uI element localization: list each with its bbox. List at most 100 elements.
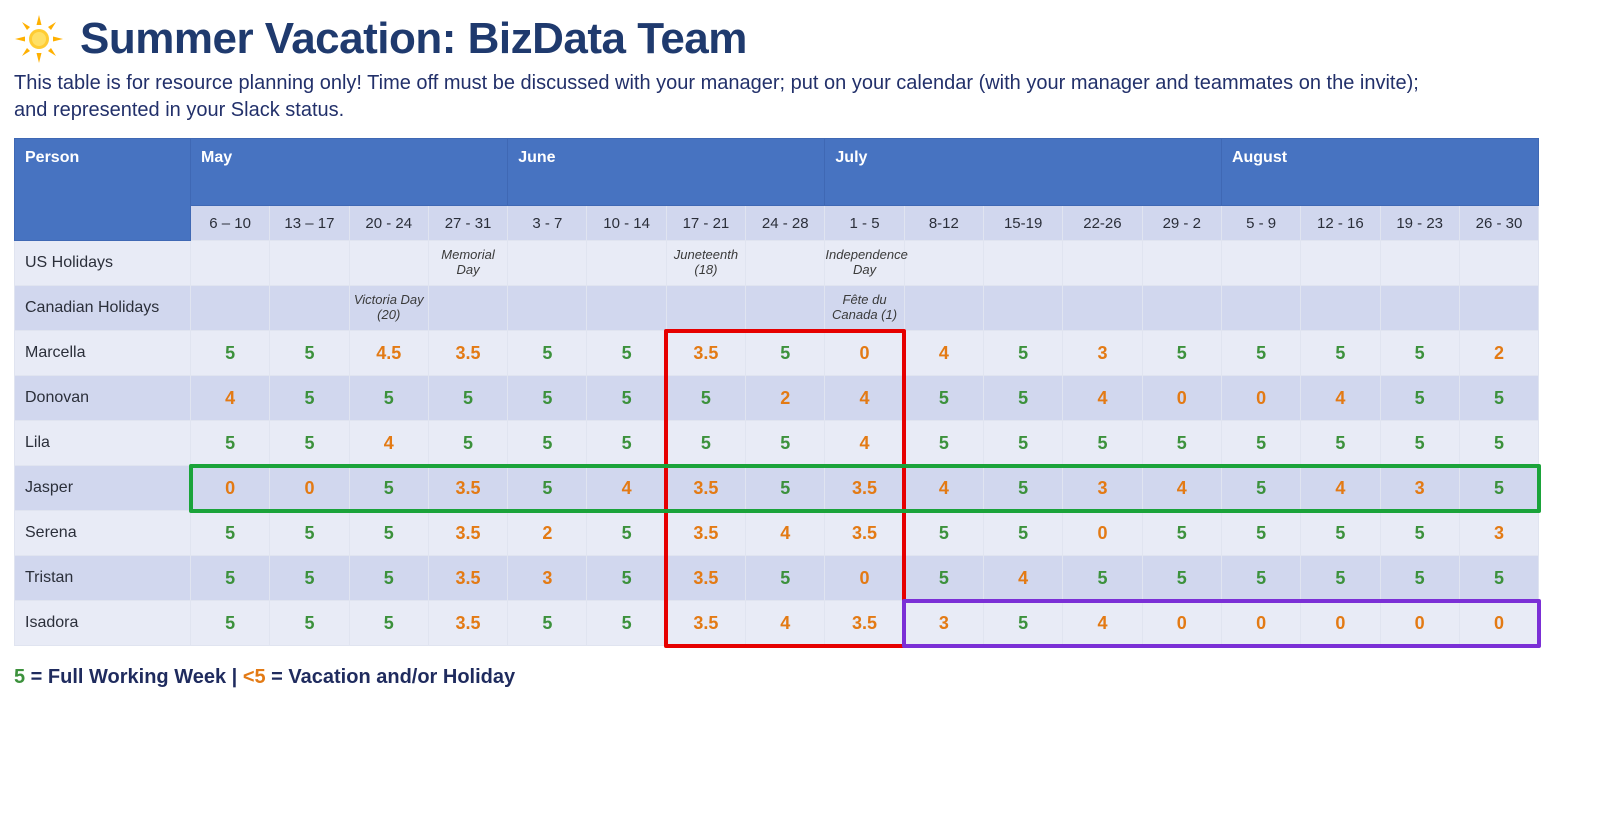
week-value: 5	[1459, 466, 1538, 511]
legend-part-num: <5	[243, 666, 266, 688]
week-value: 3.5	[666, 466, 745, 511]
week-value: 5	[1459, 421, 1538, 466]
week-value: 5	[984, 466, 1063, 511]
holiday-cell	[984, 286, 1063, 331]
week-value: 5	[349, 376, 428, 421]
week-value: 3.5	[666, 511, 745, 556]
week-value: 2	[746, 376, 825, 421]
week-value: 4	[904, 331, 983, 376]
week-value: 3.5	[428, 601, 507, 646]
week-value: 5	[349, 556, 428, 601]
week-value: 5	[191, 511, 270, 556]
week-value: 5	[904, 556, 983, 601]
person-name: Marcella	[15, 331, 191, 376]
legend: 5 = Full Working Week | <5 = Vacation an…	[14, 666, 1586, 689]
week-value: 5	[1221, 331, 1300, 376]
week-value: 5	[191, 331, 270, 376]
week-value: 5	[1380, 556, 1459, 601]
person-name: Isadora	[15, 601, 191, 646]
week-value: 4	[349, 421, 428, 466]
week-header: 3 - 7	[508, 206, 587, 241]
week-value: 5	[984, 511, 1063, 556]
holiday-cell	[1221, 241, 1300, 286]
week-value: 5	[904, 376, 983, 421]
week-value: 5	[191, 601, 270, 646]
vacation-table: Person MayJuneJulyAugust 6 – 1013 – 1720…	[14, 138, 1539, 646]
week-value: 2	[1459, 331, 1538, 376]
week-header: 22-26	[1063, 206, 1142, 241]
week-value: 5	[349, 601, 428, 646]
week-value: 4	[1301, 376, 1380, 421]
week-value: 5	[1142, 556, 1221, 601]
week-value: 5	[1380, 376, 1459, 421]
holiday-cell	[191, 286, 270, 331]
week-value: 3.5	[666, 601, 745, 646]
week-value: 5	[1301, 421, 1380, 466]
week-value: 4	[587, 466, 666, 511]
week-value: 5	[587, 556, 666, 601]
week-value: 4	[746, 601, 825, 646]
person-name: Lila	[15, 421, 191, 466]
week-value: 5	[1459, 556, 1538, 601]
month-header-row: Person MayJuneJulyAugust	[15, 139, 1539, 206]
person-row: Jasper0053.5543.553.545345435	[15, 466, 1539, 511]
vacation-table-wrap: Person MayJuneJulyAugust 6 – 1013 – 1720…	[14, 138, 1538, 646]
person-row: Marcella554.53.5553.55045355552	[15, 331, 1539, 376]
week-value: 2	[508, 511, 587, 556]
holiday-row: US HolidaysMemorial DayJuneteenth (18)In…	[15, 241, 1539, 286]
week-value: 4	[191, 376, 270, 421]
week-header: 1 - 5	[825, 206, 904, 241]
week-value: 5	[666, 376, 745, 421]
week-value: 5	[904, 511, 983, 556]
holiday-cell: Juneteenth (18)	[666, 241, 745, 286]
week-value: 5	[587, 331, 666, 376]
week-value: 3	[1380, 466, 1459, 511]
week-value: 5	[746, 556, 825, 601]
week-value: 4.5	[349, 331, 428, 376]
week-value: 5	[428, 421, 507, 466]
person-row: Isadora5553.5553.543.535400000	[15, 601, 1539, 646]
holiday-cell	[508, 241, 587, 286]
holiday-cell: Victoria Day (20)	[349, 286, 428, 331]
holiday-cell: Independence Day	[825, 241, 904, 286]
week-value: 4	[984, 556, 1063, 601]
week-value: 5	[270, 421, 349, 466]
week-value: 5	[270, 331, 349, 376]
week-value: 5	[508, 376, 587, 421]
week-value: 3	[1459, 511, 1538, 556]
month-header: May	[191, 139, 508, 206]
week-value: 5	[746, 466, 825, 511]
week-value: 5	[587, 421, 666, 466]
week-header: 12 - 16	[1301, 206, 1380, 241]
week-value: 5	[349, 511, 428, 556]
week-value: 5	[587, 376, 666, 421]
week-value: 5	[270, 601, 349, 646]
week-value: 5	[1221, 466, 1300, 511]
legend-full-text: = Full Working Week |	[25, 666, 243, 688]
week-header: 10 - 14	[587, 206, 666, 241]
week-value: 4	[1063, 376, 1142, 421]
holiday-cell	[1459, 286, 1538, 331]
week-value: 3.5	[428, 511, 507, 556]
week-value: 0	[1221, 601, 1300, 646]
week-value: 5	[270, 511, 349, 556]
week-value: 3	[508, 556, 587, 601]
holiday-cell	[1301, 241, 1380, 286]
holiday-cell	[587, 241, 666, 286]
holiday-cell: Fête du Canada (1)	[825, 286, 904, 331]
week-header-row: 6 – 1013 – 1720 - 2427 - 313 - 710 - 141…	[15, 206, 1539, 241]
page-title-row: Summer Vacation: BizData Team	[14, 14, 1586, 64]
person-row: Tristan5553.5353.55054555555	[15, 556, 1539, 601]
holiday-cell	[1459, 241, 1538, 286]
week-value: 0	[1142, 601, 1221, 646]
week-value: 3.5	[428, 331, 507, 376]
week-value: 5	[349, 466, 428, 511]
week-value: 5	[666, 421, 745, 466]
person-name: Jasper	[15, 466, 191, 511]
week-value: 3.5	[666, 556, 745, 601]
week-value: 5	[1063, 556, 1142, 601]
legend-part-text: = Vacation and/or Holiday	[266, 666, 516, 688]
week-value: 5	[428, 376, 507, 421]
week-value: 0	[1380, 601, 1459, 646]
holiday-cell	[984, 241, 1063, 286]
